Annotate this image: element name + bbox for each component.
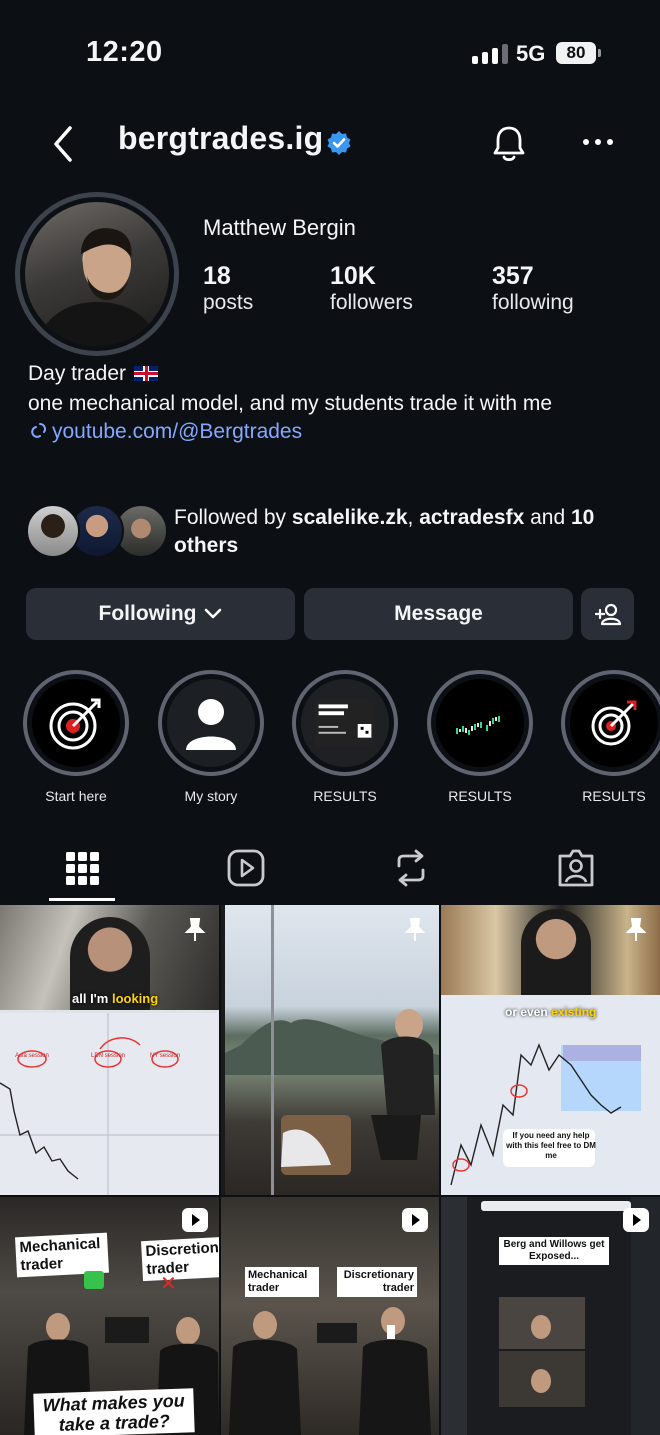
highlight-ring [427,670,533,776]
notification-bell-icon[interactable] [490,124,528,164]
grid-post[interactable]: all I'm looking Asia session LDN session… [0,905,219,1195]
dartboard-icon [49,698,101,750]
profile-avatar[interactable] [25,202,169,346]
status-time: 12:20 [86,36,163,68]
followers-count: 10K [330,262,376,290]
grid-post[interactable]: Mechanical trader Discretionary trader [221,1197,439,1435]
signal-icon [472,44,508,64]
chart-icon [456,716,500,735]
chevron-down-icon [205,608,222,619]
uk-flag-icon [134,366,159,381]
svg-text:Asia session: Asia session [15,1053,49,1059]
post-caption: Discretionary trader [141,1236,219,1282]
following-label: following [492,291,574,314]
highlight-start-here[interactable]: Start here [23,670,129,804]
highlight-label: RESULTS [582,788,646,804]
reel-icon [182,1208,208,1232]
verified-badge-icon [327,131,351,155]
battery-tip [598,49,601,57]
person-icon [186,699,236,750]
following-button[interactable]: Following [26,588,295,640]
highlight-label: RESULTS [313,788,377,804]
reel-icon [623,1208,649,1232]
highlight-label: Start here [45,788,107,804]
post-caption: Mechanical trader [245,1267,319,1297]
profile-username: bergtrades.ig [118,120,324,156]
post-photo [221,905,439,1195]
profile-full-name: Matthew Bergin [203,215,356,240]
posts-label: posts [203,291,254,314]
svg-text:NY session: NY session [150,1053,180,1059]
post-caption: Discretionary trader [337,1267,417,1297]
bio-link-text: youtube.com/@Bergtrades [52,420,303,443]
post-caption: Berg and Willows get Exposed... [499,1237,609,1265]
dartboard-icon [591,700,637,746]
bio-line: Day trader [28,362,159,386]
stat-posts[interactable]: 18 posts [203,262,253,315]
highlight-label: My story [184,788,238,804]
bio-line: one mechanical model, and my students tr… [28,392,553,415]
link-icon [31,423,46,438]
grid-post[interactable]: Mechanical trader Discretionary trader ✕… [0,1197,219,1435]
posts-count: 18 [203,262,231,290]
add-user-button[interactable] [581,588,634,640]
trading-chart-image: Asia session LDN session NY session [0,1013,219,1195]
more-options-icon[interactable] [580,130,616,154]
message-button[interactable]: Message [304,588,573,640]
active-tab-indicator [49,898,115,901]
followers-label: followers [330,291,413,314]
mutual-user: scalelike.zk [291,506,408,529]
highlight-label: RESULTS [448,788,512,804]
reels-icon[interactable] [226,846,266,890]
grid-post[interactable]: or even existing If you need any help wi… [441,905,660,1195]
highlight-ring [158,670,264,776]
followed-by-prefix: Followed by [174,506,287,529]
svg-text:LDN session: LDN session [91,1053,125,1059]
separator: , [407,506,414,529]
and-text: and [530,506,566,529]
cross-icon: ✕ [160,1273,177,1295]
mutual-followers-avatars[interactable] [26,504,168,558]
stat-following[interactable]: 357 following [492,262,574,315]
check-icon [84,1271,104,1289]
pin-icon [404,918,426,941]
avatar-portrait [35,228,159,346]
bio-link[interactable]: youtube.com/@Bergtrades [28,420,302,444]
battery-icon: 80 [556,42,596,64]
highlight-results[interactable]: RESULTS [427,670,533,804]
pin-icon [184,918,206,941]
highlight-results[interactable]: RESULTS [292,670,398,804]
highlight-ring [561,670,660,776]
grid-post[interactable] [221,905,439,1195]
pin-icon [625,918,647,941]
back-icon[interactable] [48,124,84,164]
highlight-ring [292,670,398,776]
trading-chart-image [441,995,660,1195]
highlight-results[interactable]: RESULTS [561,670,660,804]
person-figure [521,909,591,995]
reposts-icon[interactable] [391,846,431,890]
grid-post[interactable]: Berg and Willows get Exposed... [441,1197,660,1435]
grid-icon[interactable] [62,846,102,890]
followed-by-text[interactable]: Followed by scalelike.zk, actradesfx and… [174,504,634,560]
following-count: 357 [492,262,534,290]
post-caption: all I'm looking [72,991,159,1006]
add-user-icon [594,603,621,626]
reel-icon [402,1208,428,1232]
highlight-ring [23,670,129,776]
post-caption: or even existing [505,1005,597,1019]
highlight-my-story[interactable]: My story [158,670,264,804]
following-label: Following [98,602,197,625]
post-note: If you need any help with this feel free… [506,1131,596,1160]
certificate-icon [314,698,376,748]
bio-text: Day trader [28,362,127,385]
post-caption: What makes you take a trade? [33,1388,195,1435]
avatar [26,504,80,558]
mutual-user: actradesfx [419,506,525,529]
stat-followers[interactable]: 10K followers [330,262,413,315]
tagged-icon[interactable] [556,846,596,890]
network-type: 5G [516,41,546,66]
